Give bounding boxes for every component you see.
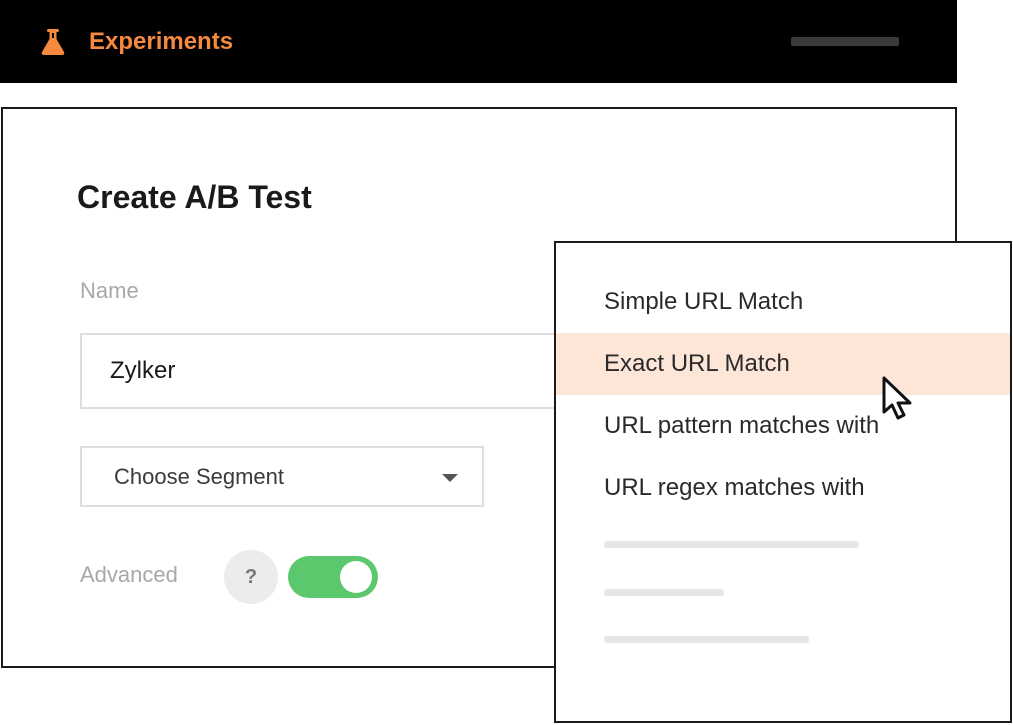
app-window: Experiments Create A/B Test Name Choose …: [0, 0, 1013, 725]
app-title: Experiments: [89, 28, 234, 55]
advanced-label: Advanced: [80, 562, 178, 587]
dropdown-item-exact-url-match[interactable]: Exact URL Match: [556, 333, 1010, 395]
segment-select[interactable]: Choose Segment: [80, 446, 484, 507]
dropdown-item-url-regex[interactable]: URL regex matches with: [556, 457, 1010, 519]
help-button[interactable]: ?: [224, 550, 278, 604]
dropdown-item-url-pattern[interactable]: URL pattern matches with: [556, 395, 1010, 457]
name-label: Name: [80, 278, 139, 303]
advanced-toggle[interactable]: [288, 556, 378, 598]
placeholder-line: [604, 636, 809, 643]
pointer-cursor-icon: [882, 376, 912, 420]
toggle-knob: [340, 561, 372, 593]
placeholder-line: [604, 541, 859, 548]
page-title: Create A/B Test: [77, 179, 312, 215]
segment-select-label: Choose Segment: [114, 464, 284, 489]
match-type-dropdown: Simple URL Match Exact URL Match URL pat…: [554, 241, 1012, 723]
placeholder-line: [604, 589, 724, 596]
dropdown-item-simple-url-match[interactable]: Simple URL Match: [556, 271, 1010, 333]
flask-icon: [41, 29, 65, 55]
caret-down-icon: [442, 474, 458, 482]
top-bar: Experiments: [0, 0, 957, 83]
menu-bar-icon[interactable]: [791, 37, 899, 46]
